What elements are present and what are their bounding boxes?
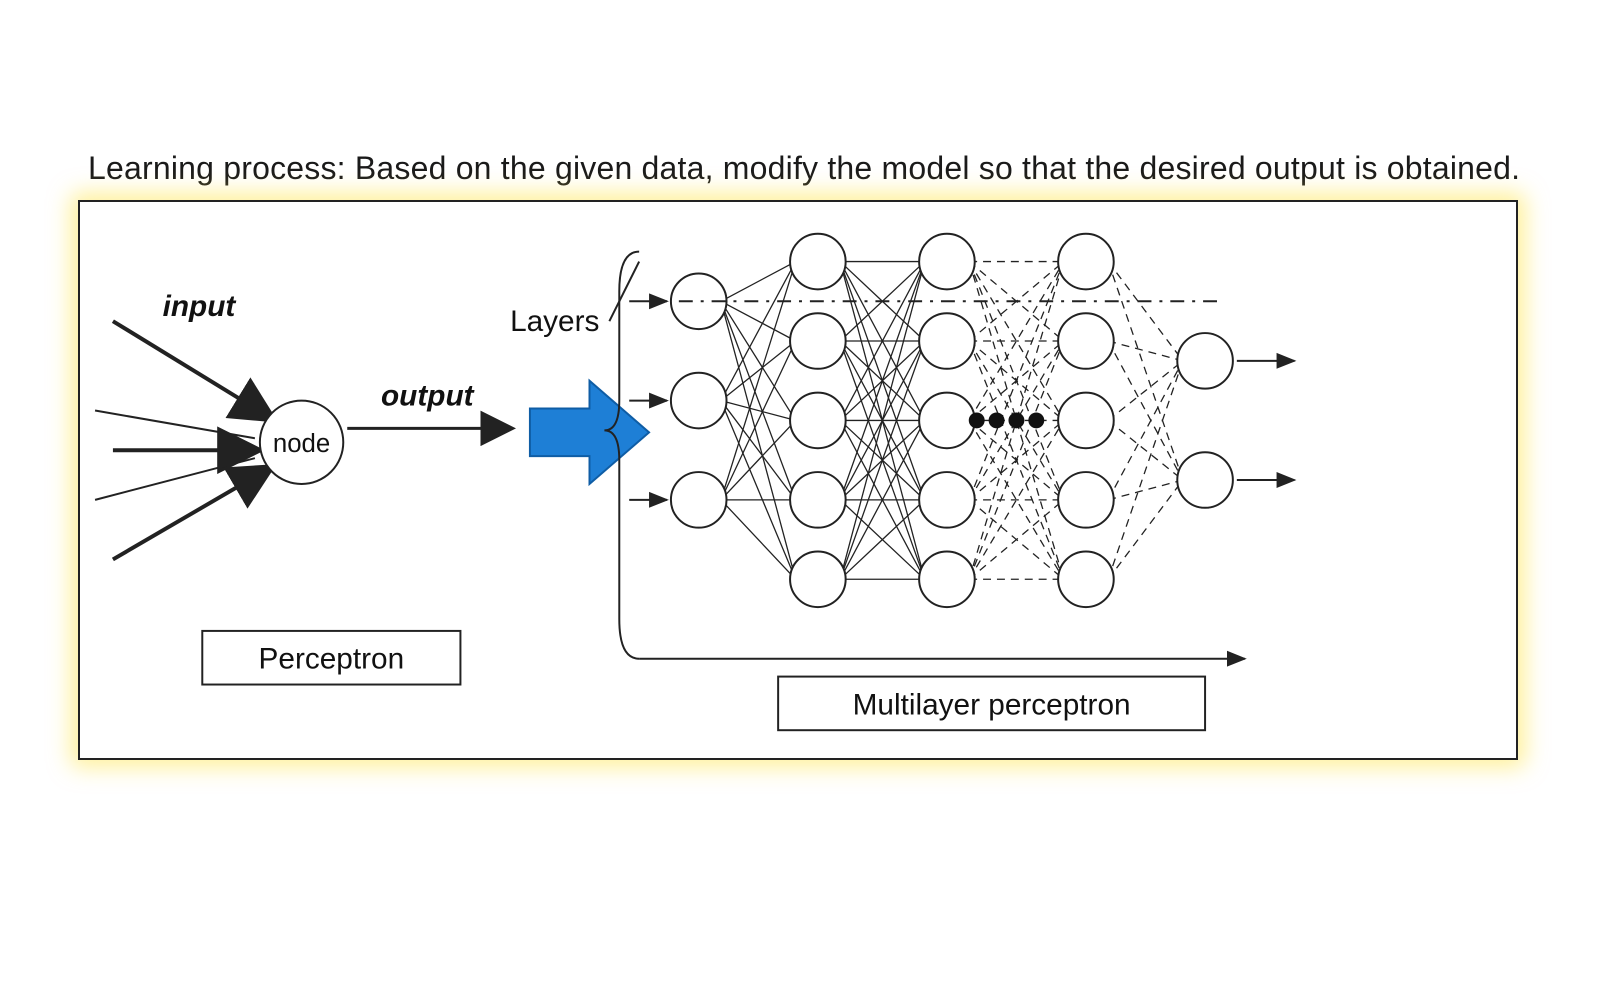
- diagram-svg: input output node Perceptron Layers: [80, 202, 1516, 758]
- transition-arrow-icon: [530, 381, 649, 484]
- layers-label: Layers: [510, 305, 599, 338]
- layers-brace-tick: [609, 262, 639, 322]
- caption-text: Learning process: Based on the given dat…: [88, 150, 1520, 187]
- node-label: node: [273, 430, 330, 458]
- input-label: input: [163, 290, 237, 323]
- ellipsis-dots-icon: [969, 412, 1044, 428]
- mlp-network: [629, 234, 1294, 607]
- mlp-caption: Multilayer perceptron: [853, 688, 1131, 721]
- figure-panel: input output node Perceptron Layers: [78, 200, 1518, 760]
- output-label: output: [381, 380, 475, 413]
- perceptron-caption: Perceptron: [259, 643, 405, 676]
